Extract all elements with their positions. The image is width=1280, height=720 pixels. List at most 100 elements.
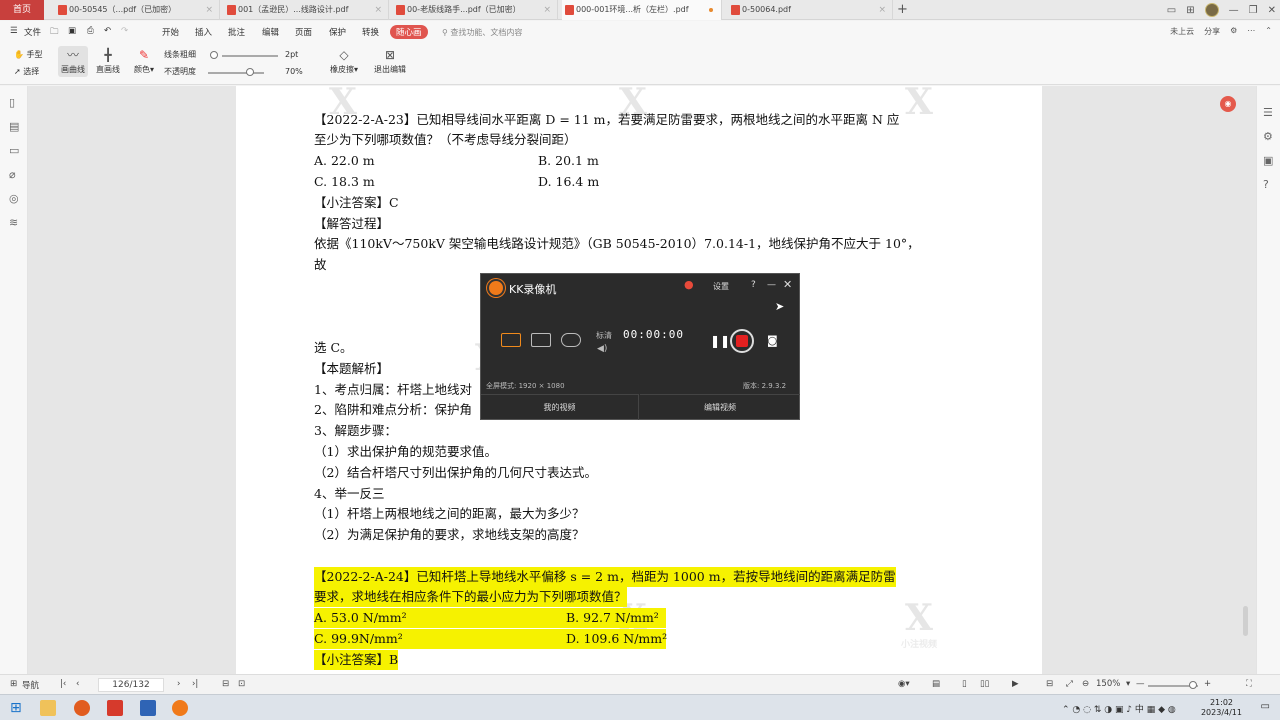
undo-icon[interactable]: ↶ — [104, 26, 111, 36]
properties-icon[interactable]: ☰ — [1263, 106, 1273, 119]
save-icon[interactable]: ▣ — [68, 26, 76, 36]
pause-icon[interactable]: ❚❚ — [710, 334, 730, 348]
clock[interactable]: 21:02 2023/4/11 — [1201, 698, 1242, 718]
tab-document[interactable]: 001（孟逊民）...线路设计.pdf × — [224, 0, 389, 20]
browser-icon[interactable] — [74, 700, 90, 716]
zoom-out-icon[interactable]: ⊖ — [1082, 679, 1089, 689]
region-mode-icon[interactable] — [531, 333, 551, 347]
draw-line-tool[interactable]: ╋ 直画线 — [96, 48, 120, 75]
adjust-icon[interactable]: ⚙ — [1263, 130, 1273, 143]
opacity-value[interactable]: 70% — [285, 67, 303, 76]
close-window-icon[interactable]: ✕ — [1268, 5, 1276, 16]
color-tool[interactable]: ✎ 颜色▾ — [134, 48, 154, 75]
fullscreen-icon[interactable]: ⛶ — [1246, 679, 1252, 689]
minimize-icon[interactable]: — — [1229, 5, 1239, 16]
zoom-plus-icon[interactable]: + — [1204, 679, 1211, 689]
kk-recorder-taskbar-icon[interactable] — [172, 700, 188, 716]
zoom-dropdown-icon[interactable]: ▾ — [1126, 679, 1130, 689]
menu-freehand[interactable]: 随心画 — [390, 25, 428, 39]
record-button[interactable] — [730, 329, 754, 353]
menu-insert[interactable]: 插入 — [195, 26, 212, 38]
settings-button[interactable]: 设置 — [713, 281, 729, 292]
close-icon[interactable]: × — [374, 0, 382, 20]
fullscreen-mode-icon[interactable] — [501, 333, 521, 347]
thumbnail-icon[interactable]: ▤ — [9, 121, 20, 132]
nav-label[interactable]: 导航 — [22, 679, 39, 691]
avatar[interactable] — [1204, 3, 1219, 17]
cloud-status[interactable]: 未上云 — [1170, 26, 1194, 37]
maximize-icon[interactable]: ❐ — [1249, 5, 1258, 16]
fit-width-icon[interactable]: ⊟ — [1046, 679, 1053, 689]
collapse-icon[interactable]: ⌃ — [1265, 26, 1272, 37]
menu-annotate[interactable]: 批注 — [228, 26, 245, 38]
scrollbar[interactable] — [1243, 606, 1248, 636]
eye-icon[interactable]: ◉▾ — [898, 679, 910, 689]
opacity-slider[interactable] — [208, 72, 264, 74]
close-icon[interactable]: ✕ — [783, 278, 792, 291]
folder-icon[interactable]: 🗀 — [50, 26, 59, 40]
tray-icons[interactable]: ⌃ ◔ ◌ ⇅ ◑ ▣ ♪ 中 ▦ ◆ ◍ — [1062, 702, 1176, 715]
tab-home[interactable]: 首页 — [0, 0, 44, 20]
play-icon[interactable]: ▶ — [1012, 679, 1019, 689]
next-page-icon[interactable]: › — [177, 679, 180, 689]
word-icon[interactable] — [140, 700, 156, 716]
close-icon[interactable]: × — [205, 0, 213, 20]
tab-document[interactable]: 00-老版线路手...pdf（已加密） × — [393, 0, 558, 20]
close-icon[interactable]: × — [543, 0, 551, 20]
format-icon[interactable]: ▣ — [1263, 154, 1273, 167]
attachment-icon[interactable]: ⌀ — [9, 169, 20, 180]
exit-edit-button[interactable]: ⊠ 退出编辑 — [374, 48, 406, 75]
split-view-icon[interactable]: ▤ — [932, 679, 940, 689]
line-weight-knob[interactable] — [210, 51, 218, 59]
file-explorer-icon[interactable] — [40, 700, 56, 716]
layers-icon[interactable]: ≋ — [9, 217, 20, 228]
camera-icon[interactable]: ◙ — [767, 334, 778, 347]
line-weight-slider[interactable] — [222, 55, 278, 57]
help-icon[interactable]: ? — [1263, 178, 1269, 191]
more-icon[interactable]: ⋯ — [1247, 26, 1255, 37]
menu-file[interactable]: 文件 — [24, 26, 41, 38]
wps-icon[interactable] — [107, 700, 123, 716]
double-page-icon[interactable]: ▯▯ — [980, 679, 989, 689]
opacity-knob[interactable] — [246, 68, 254, 76]
quality-label[interactable]: 标清 — [596, 330, 612, 341]
volume-icon[interactable]: ◀) — [597, 344, 607, 354]
windows-start-icon[interactable]: ⊞ — [10, 700, 26, 716]
hand-tool[interactable]: ✋ 手型 — [14, 49, 43, 60]
nav-icon[interactable]: ⊞ — [10, 679, 17, 689]
zoom-minus-icon[interactable]: — — [1136, 679, 1145, 689]
search-input[interactable]: ⚲ 查找功能、文档内容 — [442, 27, 522, 38]
zoom-level[interactable]: 150% — [1096, 679, 1120, 689]
line-weight-value[interactable]: 2pt — [285, 50, 298, 59]
grid-icon[interactable]: ⊞ — [1186, 5, 1194, 16]
menu-edit[interactable]: 编辑 — [262, 26, 279, 38]
share-button[interactable]: 分享 — [1204, 26, 1220, 37]
tab-document[interactable]: 0-50064.pdf × — [728, 0, 893, 20]
comment-icon[interactable]: ▭ — [9, 145, 20, 156]
print-icon[interactable]: ⎙ — [87, 26, 94, 36]
tab-document[interactable]: 00-50545（...pdf（已加密） × — [55, 0, 220, 20]
close-icon[interactable]: × — [878, 0, 886, 20]
menu-page[interactable]: 页面 — [295, 26, 312, 38]
rotate-icon[interactable]: ⊡ — [238, 679, 245, 689]
select-tool[interactable]: ➚ 选择 — [14, 66, 39, 77]
layout-icon[interactable]: ▭ — [1167, 5, 1176, 16]
game-mode-icon[interactable] — [561, 333, 581, 347]
minimize-icon[interactable]: — — [767, 280, 776, 290]
signature-icon[interactable]: ◎ — [9, 193, 20, 204]
notification-badge-icon[interactable]: ◉ — [1220, 96, 1236, 112]
edit-video-button[interactable]: 编辑视频 — [640, 394, 800, 420]
help-button[interactable]: ? — [751, 280, 756, 290]
eraser-tool[interactable]: ◇ 橡皮擦▾ — [330, 48, 358, 75]
notification-icon[interactable]: ▭ — [1261, 701, 1270, 712]
bookmark-icon[interactable]: ▯ — [9, 97, 20, 108]
recorder-window[interactable]: KK录像机 ● 设置 ? — ✕ ➤ 标清 ◀) 00:00:00 ❚❚ ◙ 全… — [480, 273, 800, 420]
draw-curve-tool[interactable]: 〰画曲线 — [58, 46, 88, 77]
tab-document-active[interactable]: 000-001环境...析（左栏）.pdf — [562, 0, 722, 20]
zoom-slider-knob[interactable] — [1189, 681, 1197, 689]
record-status-icon[interactable]: ● — [684, 278, 694, 291]
first-page-icon[interactable]: |‹ — [60, 679, 66, 689]
fit-window-icon[interactable]: ⤢ — [1066, 679, 1073, 689]
menu-convert[interactable]: 转换 — [362, 26, 379, 38]
menu-protect[interactable]: 保护 — [329, 26, 346, 38]
